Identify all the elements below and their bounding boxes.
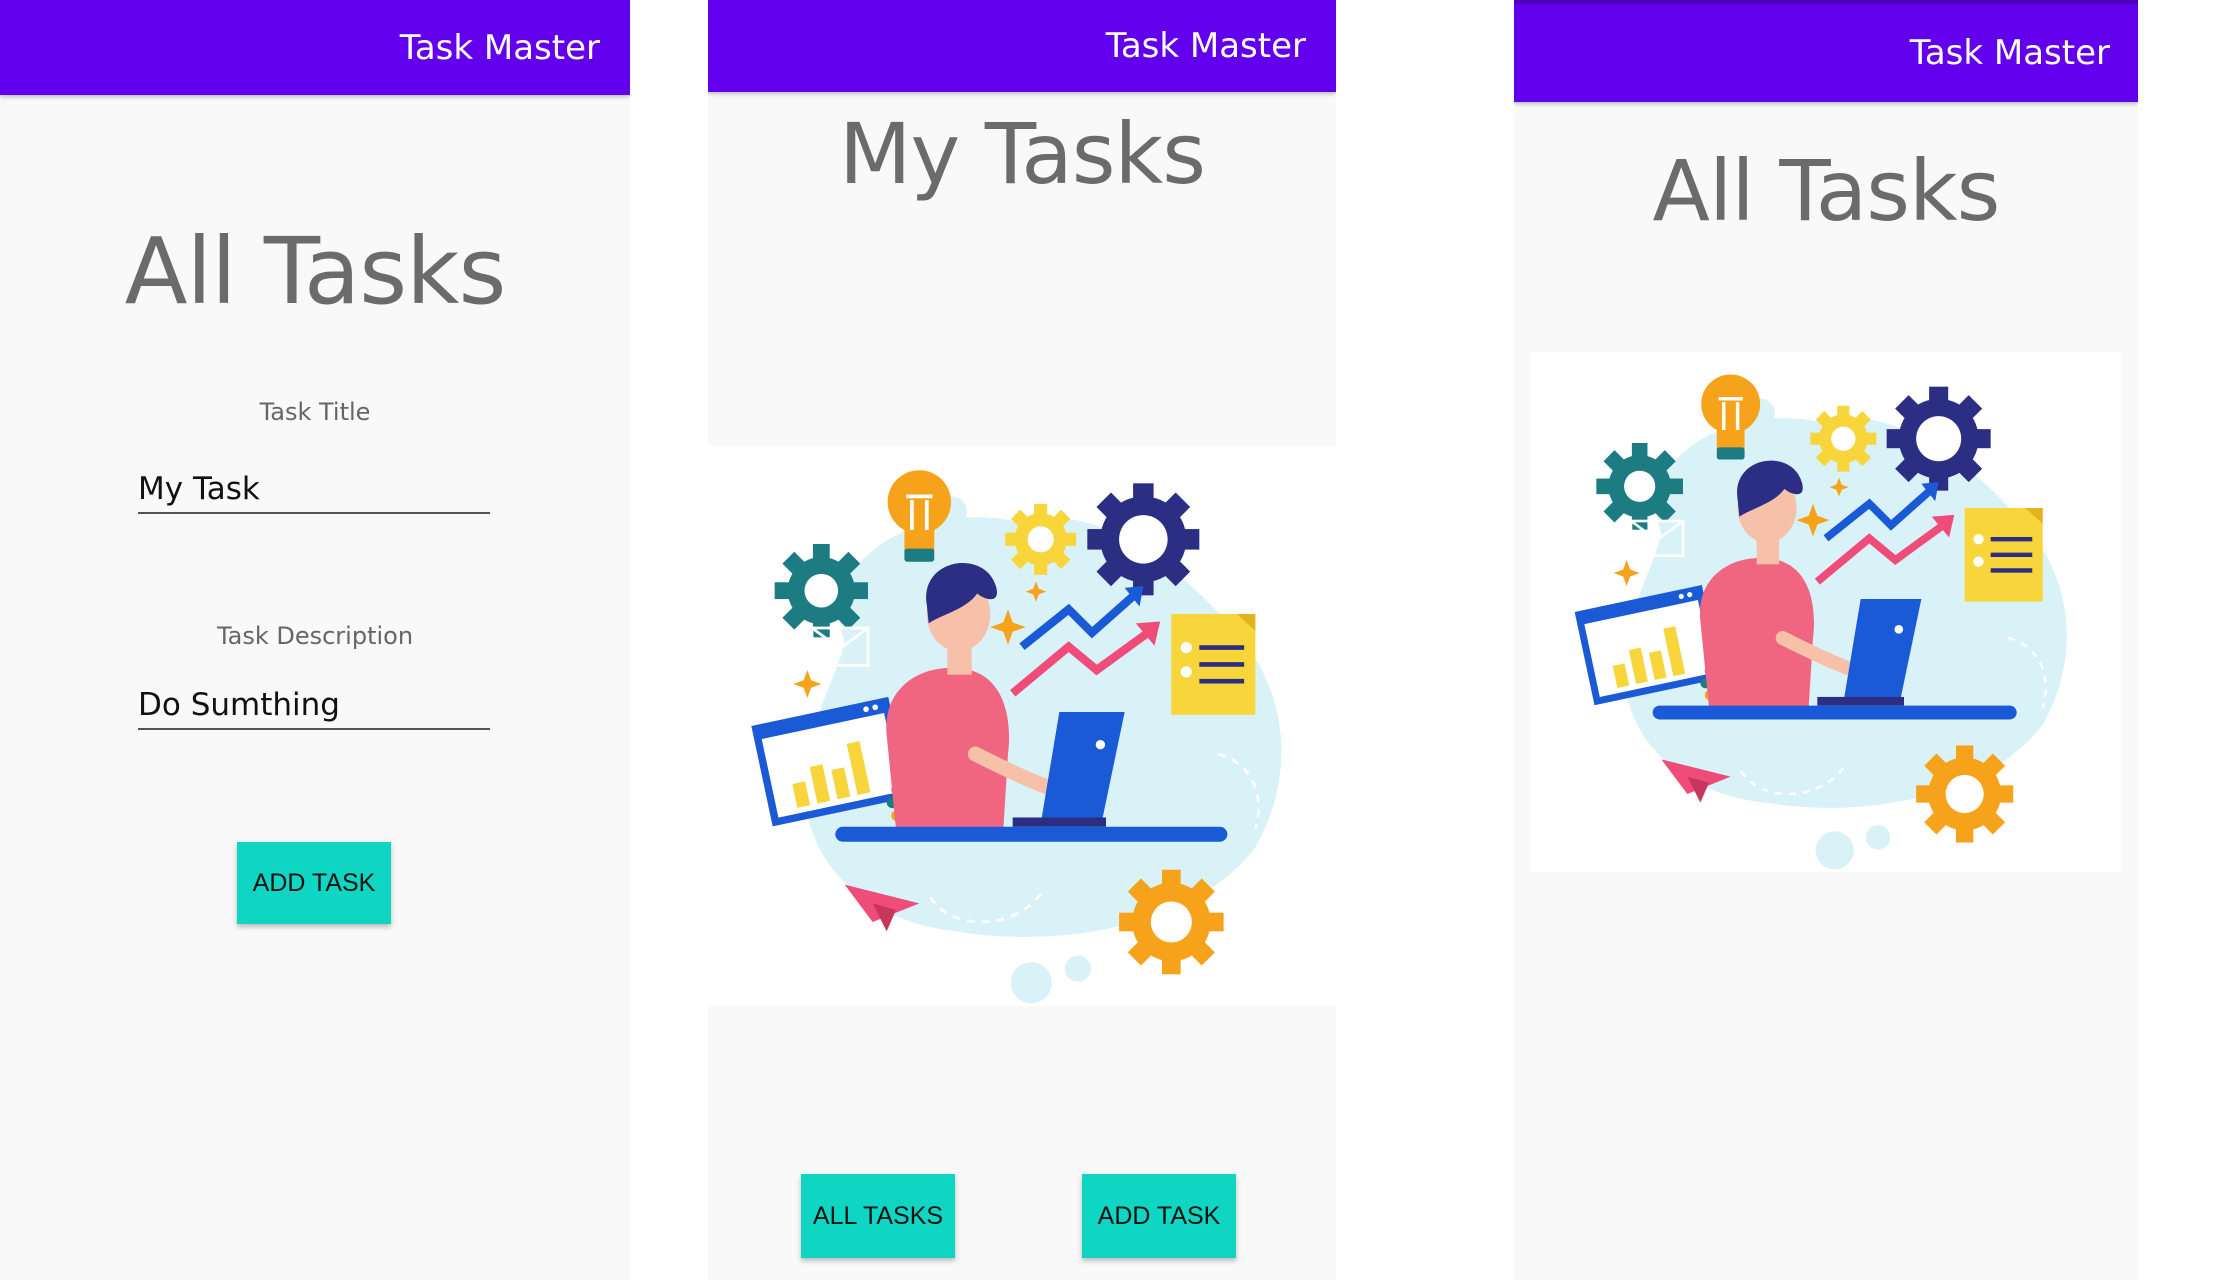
- work-illustration: [1531, 352, 2121, 872]
- home-screen: Task Master My Tasks ALL TASKS ADD TASK: [708, 0, 1336, 1280]
- all-tasks-screen: Task Master All Tasks: [1514, 0, 2138, 1280]
- app-bar: Task Master: [1514, 0, 2138, 102]
- app-title: Task Master: [1105, 26, 1306, 66]
- app-bar: Task Master: [0, 0, 630, 95]
- task-description-input[interactable]: [138, 686, 490, 730]
- app-title: Task Master: [399, 27, 600, 68]
- task-description-label: Task Description: [216, 622, 414, 650]
- app-bar: Task Master: [708, 0, 1336, 92]
- all-tasks-button[interactable]: ALL TASKS: [801, 1174, 955, 1258]
- add-task-button[interactable]: ADD TASK: [237, 842, 391, 924]
- app-title: Task Master: [1909, 33, 2110, 73]
- page-title: All Tasks: [124, 218, 507, 325]
- page-title: My Tasks: [839, 105, 1206, 203]
- task-title-input[interactable]: [138, 470, 490, 514]
- add-task-button[interactable]: ADD TASK: [1082, 1174, 1236, 1258]
- page-title: All Tasks: [1652, 142, 2001, 240]
- add-task-screen: Task Master All Tasks Task Title Task De…: [0, 0, 630, 1280]
- task-title-label: Task Title: [259, 398, 371, 426]
- work-illustration: [708, 446, 1336, 1006]
